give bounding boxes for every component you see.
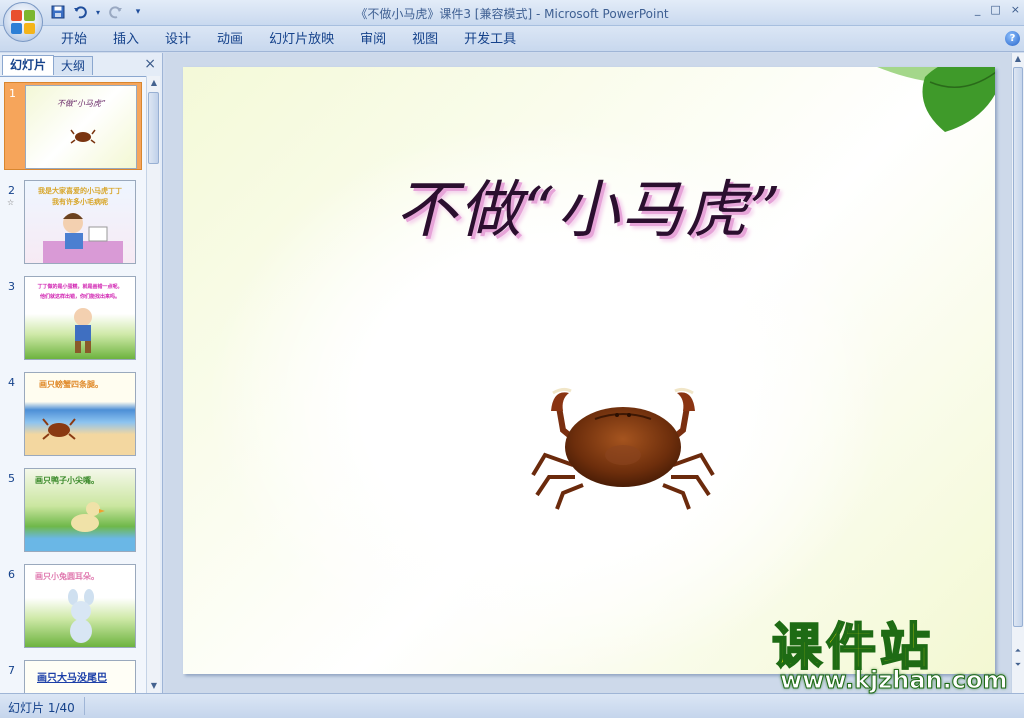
tab-developer[interactable]: 开发工具 bbox=[451, 31, 529, 49]
boy-illustration-icon bbox=[43, 213, 123, 263]
maximize-button[interactable]: □ bbox=[990, 3, 1000, 16]
slide-thumbnail-2[interactable]: 2 ☆ 我是大家喜爱的小马虎丁丁 我有许多小毛病呢 bbox=[0, 180, 146, 270]
status-bar: 幻灯片 1/40 bbox=[0, 693, 1024, 718]
thumb-title: 画只鸭子小尖嘴。 bbox=[35, 476, 99, 485]
thumb-title: 画只小兔圆耳朵。 bbox=[35, 572, 99, 581]
tab-slideshow[interactable]: 幻灯片放映 bbox=[256, 31, 347, 49]
slide-preview: 画只大马没尾巴 bbox=[24, 660, 136, 693]
slide-counter: 幻灯片 1/40 bbox=[8, 701, 75, 715]
scroll-up-icon[interactable]: ▲ bbox=[148, 77, 160, 89]
slide-title[interactable]: 不做“小马虎” bbox=[183, 159, 995, 249]
thumb-title: 画只大马没尾巴 bbox=[37, 673, 107, 684]
tab-slides[interactable]: 幻灯片 bbox=[2, 55, 55, 75]
close-button[interactable]: × bbox=[1011, 3, 1020, 16]
slide-scrollbar[interactable]: ▲ ⏶ ⏷ bbox=[1011, 53, 1024, 693]
minimize-button[interactable]: _ bbox=[975, 3, 981, 16]
window-controls: _ □ × bbox=[975, 3, 1020, 16]
window-title: 《不做小马虎》课件3 [兼容模式] - Microsoft PowerPoint bbox=[355, 7, 669, 21]
slide-thumbnail-6[interactable]: 6 画只小兔圆耳朵。 bbox=[0, 564, 146, 654]
pane-tabs: 幻灯片 大纲 bbox=[2, 55, 94, 75]
slides-pane: 幻灯片 大纲 × 1 不做“小马虎” 2 ☆ 我是大家喜爱的小马虎丁丁 我有许多… bbox=[0, 53, 163, 693]
slide-thumbnail-3[interactable]: 3 丁丁做的是小蛋糕，就是画错一点呢。 他们就这样出错，你们能找出来吗。 bbox=[0, 276, 146, 366]
help-icon[interactable]: ? bbox=[1005, 31, 1020, 46]
ribbon: 开始 插入 设计 动画 幻灯片放映 审阅 视图 开发工具 ? bbox=[0, 26, 1024, 52]
office-button[interactable] bbox=[3, 2, 43, 42]
current-slide[interactable]: 不做“小马虎” bbox=[183, 67, 995, 674]
thumb-title: 画只螃蟹四条腿。 bbox=[39, 380, 103, 389]
thumb-title: 丁丁做的是小蛋糕，就是画错一点呢。 bbox=[37, 284, 123, 290]
tab-insert[interactable]: 插入 bbox=[100, 31, 152, 49]
slide-thumbnails: 1 不做“小马虎” 2 ☆ 我是大家喜爱的小马虎丁丁 我有许多小毛病呢 3 丁丁… bbox=[0, 76, 146, 693]
slide-number: 1 bbox=[9, 87, 16, 100]
slide-preview: 丁丁做的是小蛋糕，就是画错一点呢。 他们就这样出错，你们能找出来吗。 bbox=[24, 276, 136, 360]
slide-number: 2 bbox=[8, 184, 15, 197]
crab-icon bbox=[70, 129, 96, 144]
thumb-subtitle: 我有许多小毛病呢 bbox=[52, 198, 108, 206]
previous-slide-icon[interactable]: ⏶ bbox=[1012, 645, 1024, 657]
slide-animation-icon: ☆ bbox=[7, 198, 15, 207]
office-logo-icon bbox=[11, 10, 35, 34]
thumbnails-scrollbar[interactable]: ▲ ▼ bbox=[146, 76, 160, 693]
scrollbar-thumb[interactable] bbox=[1013, 67, 1023, 627]
next-slide-icon[interactable]: ⏷ bbox=[1012, 659, 1024, 671]
close-icon[interactable]: × bbox=[144, 56, 156, 72]
scroll-down-icon[interactable]: ▼ bbox=[148, 680, 160, 692]
duck-icon bbox=[71, 502, 105, 532]
tab-outline[interactable]: 大纲 bbox=[53, 56, 94, 75]
tab-review[interactable]: 审阅 bbox=[347, 31, 399, 49]
slide-number: 4 bbox=[8, 376, 15, 389]
slide-thumbnail-7[interactable]: 7 画只大马没尾巴 bbox=[0, 660, 146, 693]
slide-thumbnail-4[interactable]: 4 画只螃蟹四条腿。 bbox=[0, 372, 146, 462]
crab-icon bbox=[531, 387, 715, 510]
watermark-logo: 课件站 www.kjzhan.com bbox=[771, 619, 1008, 696]
slide-number: 3 bbox=[8, 280, 15, 293]
boy-illustration-icon bbox=[74, 308, 92, 353]
slide-preview: 画只螃蟹四条腿。 bbox=[24, 372, 136, 456]
scrollbar-thumb[interactable] bbox=[148, 92, 159, 164]
thumb-title: 不做“小马虎” bbox=[56, 99, 106, 108]
slide-editing-area: 不做“小马虎” ▲ ⏶ ⏷ bbox=[165, 53, 1024, 693]
rabbit-icon bbox=[68, 589, 94, 643]
tab-design[interactable]: 设计 bbox=[152, 31, 204, 49]
slide-thumbnail-1[interactable]: 1 不做“小马虎” bbox=[4, 82, 142, 170]
slide-preview: 画只小兔圆耳朵。 bbox=[24, 564, 136, 648]
scroll-up-icon[interactable]: ▲ bbox=[1012, 53, 1024, 65]
thumb-title: 我是大家喜爱的小马虎丁丁 bbox=[38, 187, 122, 195]
slide-thumbnail-5[interactable]: 5 画只鸭子小尖嘴。 bbox=[0, 468, 146, 558]
leaf-decoration-icon bbox=[877, 67, 995, 132]
title-bar: ▾ ▾ 《不做小马虎》课件3 [兼容模式] - Microsoft PowerP… bbox=[0, 0, 1024, 26]
crab-icon bbox=[42, 418, 76, 440]
thumb-subtitle: 他们就这样出错，你们能找出来吗。 bbox=[39, 294, 120, 300]
tab-animations[interactable]: 动画 bbox=[204, 31, 256, 49]
status-divider bbox=[84, 697, 85, 715]
slide-preview: 我是大家喜爱的小马虎丁丁 我有许多小毛病呢 bbox=[24, 180, 136, 264]
slide-preview: 不做“小马虎” bbox=[25, 85, 137, 169]
watermark-url: www.kjzhan.com bbox=[779, 666, 1008, 695]
ribbon-tabs: 开始 插入 设计 动画 幻灯片放映 审阅 视图 开发工具 bbox=[48, 31, 529, 49]
slide-preview: 画只鸭子小尖嘴。 bbox=[24, 468, 136, 552]
tab-view[interactable]: 视图 bbox=[399, 31, 451, 49]
slide-number: 5 bbox=[8, 472, 15, 485]
tab-home[interactable]: 开始 bbox=[48, 31, 100, 49]
slide-number: 6 bbox=[8, 568, 15, 581]
slide-number: 7 bbox=[8, 664, 15, 677]
